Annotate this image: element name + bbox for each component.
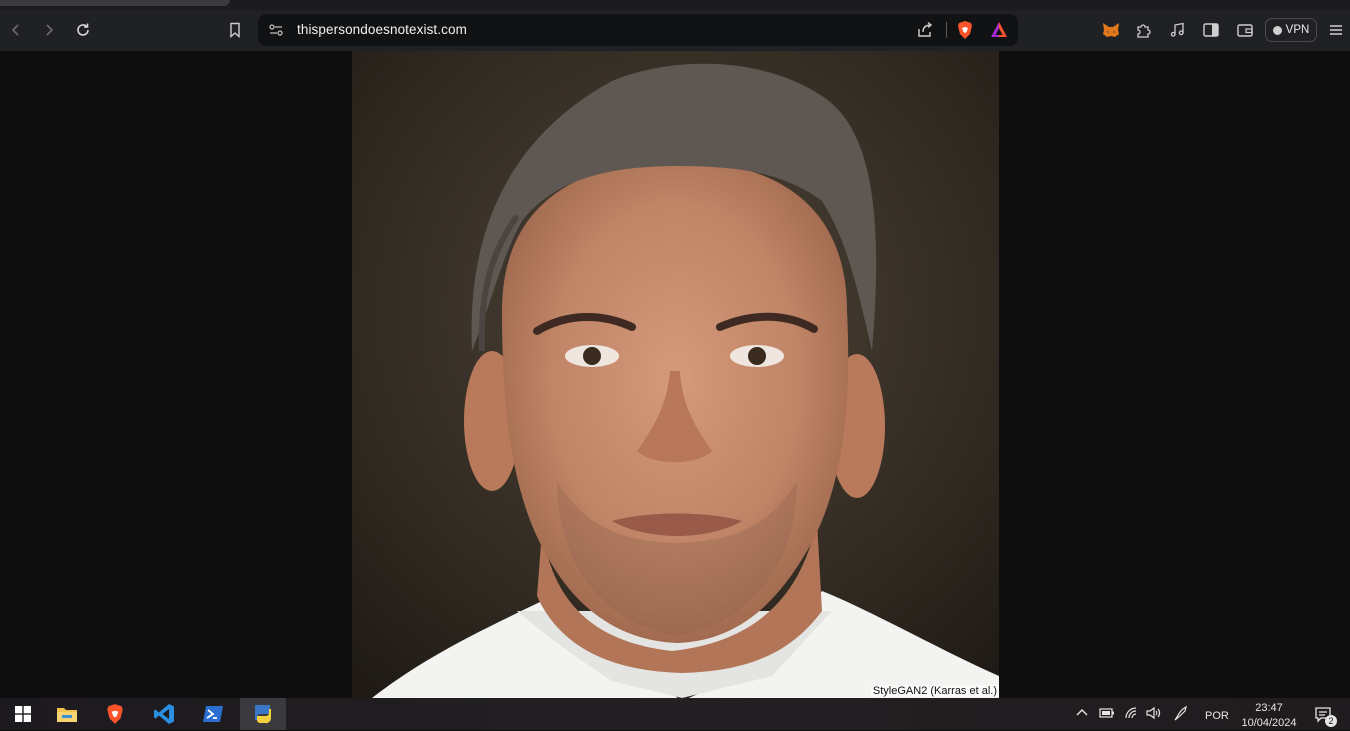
media-button[interactable] — [1162, 16, 1192, 44]
hamburger-icon — [1330, 25, 1342, 35]
puzzle-icon — [1137, 24, 1151, 38]
python-icon — [254, 704, 272, 724]
forward-button[interactable] — [34, 16, 64, 44]
site-info-icon[interactable] — [268, 22, 284, 43]
taskbar-app-powershell[interactable] — [190, 698, 236, 730]
folder-icon — [57, 708, 77, 722]
wifi-icon[interactable] — [1124, 706, 1140, 725]
vscode-icon — [154, 704, 174, 724]
clock-time: 23:47 — [1255, 702, 1283, 714]
taskbar-app-brave[interactable] — [92, 698, 138, 730]
back-button[interactable] — [1, 16, 31, 44]
active-tab[interactable] — [0, 0, 230, 6]
extensions-button[interactable] — [1128, 16, 1158, 44]
caption-credit: StyleGAN2 (Karras et al.) — [870, 685, 999, 697]
pen-icon[interactable] — [1173, 705, 1191, 727]
sidebar-icon — [1203, 23, 1219, 37]
notification-count-badge: 2 — [1325, 715, 1337, 727]
music-note-icon — [1170, 22, 1184, 37]
vpn-label: VPN — [1285, 24, 1310, 36]
chevron-right-icon — [46, 24, 54, 36]
browser-toolbar: thispersondoesnotexist.com VPN — [0, 10, 1350, 51]
language-indicator[interactable]: POR — [1205, 710, 1229, 722]
clock-date: 10/04/2024 — [1241, 717, 1297, 729]
bookmark-icon — [230, 22, 240, 38]
reload-button[interactable] — [68, 16, 98, 44]
clock[interactable]: 23:47 10/04/2024 — [1236, 701, 1302, 731]
show-hidden-icons-button[interactable] — [1075, 706, 1089, 725]
battery-icon[interactable] — [1099, 706, 1115, 725]
reload-icon — [77, 23, 89, 36]
taskbar-app-python[interactable] — [240, 698, 286, 730]
brave-shields-icon[interactable] — [956, 20, 974, 45]
powershell-icon — [203, 706, 223, 722]
tab-strip — [0, 0, 1350, 10]
face-illustration — [352, 51, 999, 698]
page-viewport: StyleGAN2 (Karras et al.) — [0, 51, 1350, 698]
brave-icon — [107, 704, 123, 724]
vpn-status-icon — [1272, 25, 1282, 35]
chevron-up-icon — [1076, 709, 1088, 716]
brave-rewards-icon[interactable] — [990, 21, 1008, 43]
start-button[interactable] — [0, 698, 46, 730]
menu-button[interactable] — [1321, 16, 1350, 44]
address-bar[interactable]: thispersondoesnotexist.com — [258, 14, 1018, 46]
volume-icon[interactable] — [1145, 706, 1163, 725]
fox-icon — [1103, 22, 1119, 37]
taskbar-app-file-explorer[interactable] — [44, 698, 90, 730]
vpn-button[interactable]: VPN — [1265, 18, 1317, 42]
wallet-icon — [1237, 24, 1253, 37]
sidebar-button[interactable] — [1196, 16, 1226, 44]
divider — [946, 22, 947, 38]
wallet-button[interactable] — [1230, 16, 1260, 44]
share-icon[interactable] — [916, 21, 934, 44]
bookmark-button[interactable] — [220, 16, 250, 44]
notification-center-button[interactable]: 2 — [1314, 706, 1337, 729]
metamask-extension[interactable] — [1096, 16, 1126, 44]
windows-taskbar: POR 23:47 10/04/2024 2 — [0, 698, 1350, 730]
chevron-left-icon — [11, 24, 19, 36]
generated-face-image: StyleGAN2 (Karras et al.) — [352, 51, 999, 698]
taskbar-app-vscode[interactable] — [141, 698, 187, 730]
url-text[interactable]: thispersondoesnotexist.com — [297, 22, 467, 37]
windows-logo-icon — [15, 706, 31, 722]
